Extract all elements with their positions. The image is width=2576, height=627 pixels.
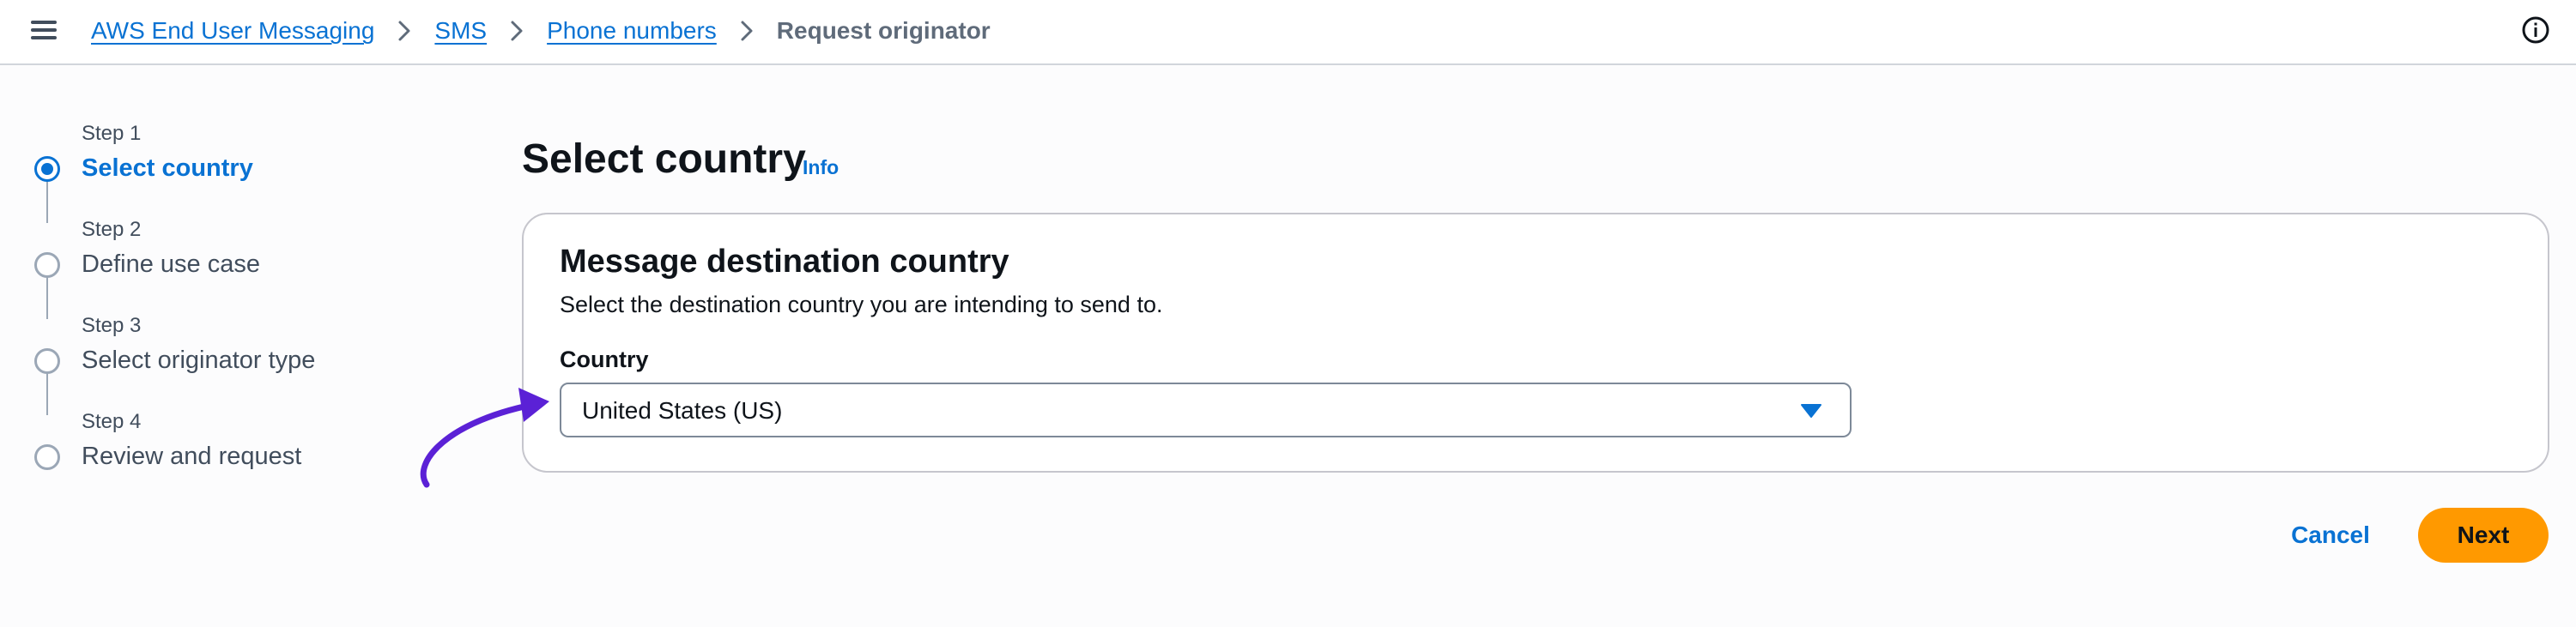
step-status-icon bbox=[34, 156, 60, 182]
step-number: Step 3 bbox=[82, 314, 142, 337]
step-label: Select originator type bbox=[82, 347, 316, 374]
breadcrumb: AWS End User Messaging SMS Phone numbers… bbox=[91, 12, 991, 50]
step-status-icon bbox=[34, 348, 60, 374]
breadcrumb-current-page: Request originator bbox=[776, 17, 991, 44]
panel-title: Message destination country bbox=[560, 244, 1009, 280]
annotation-arrow-icon bbox=[420, 388, 549, 488]
breadcrumb-link-aws-end-user-messaging[interactable]: AWS End User Messaging bbox=[91, 17, 374, 45]
step-status-icon bbox=[34, 444, 60, 470]
cancel-button[interactable]: Cancel bbox=[2275, 508, 2386, 563]
wizard-step-2: Step 2 Define use case bbox=[34, 213, 446, 281]
wizard-step-1: Step 1 Select country bbox=[34, 117, 446, 185]
wizard-step-3: Step 3 Select originator type bbox=[34, 309, 446, 377]
caret-down-icon bbox=[1800, 403, 1822, 419]
step-label: Define use case bbox=[82, 250, 260, 278]
page-title: Select country bbox=[522, 136, 806, 182]
country-field-label: Country bbox=[560, 347, 649, 372]
hamburger-menu-icon[interactable] bbox=[31, 17, 60, 43]
step-number: Step 1 bbox=[82, 122, 142, 145]
breadcrumb-link-sms[interactable]: SMS bbox=[434, 17, 487, 45]
top-navigation-bar: AWS End User Messaging SMS Phone numbers… bbox=[0, 0, 2576, 65]
step-label: Select country bbox=[82, 154, 253, 182]
step-number: Step 4 bbox=[82, 410, 142, 433]
next-button[interactable]: Next bbox=[2418, 508, 2549, 563]
breadcrumb-link-phone-numbers[interactable]: Phone numbers bbox=[547, 17, 717, 45]
step-number: Step 2 bbox=[82, 218, 142, 241]
country-select[interactable]: United States (US) bbox=[560, 383, 1852, 437]
wizard-step-4: Step 4 Review and request bbox=[34, 405, 446, 473]
country-select-value: United States (US) bbox=[582, 397, 783, 424]
step-status-icon bbox=[34, 252, 60, 278]
chevron-right-icon bbox=[717, 12, 777, 50]
chevron-right-icon bbox=[487, 12, 547, 50]
destination-country-panel: Message destination country Select the d… bbox=[522, 213, 2549, 473]
step-label: Review and request bbox=[82, 443, 302, 470]
chevron-right-icon bbox=[374, 12, 434, 50]
panel-description: Select the destination country you are i… bbox=[560, 292, 1163, 317]
info-circle-icon[interactable] bbox=[2521, 15, 2550, 45]
info-link[interactable]: Info bbox=[803, 156, 839, 179]
